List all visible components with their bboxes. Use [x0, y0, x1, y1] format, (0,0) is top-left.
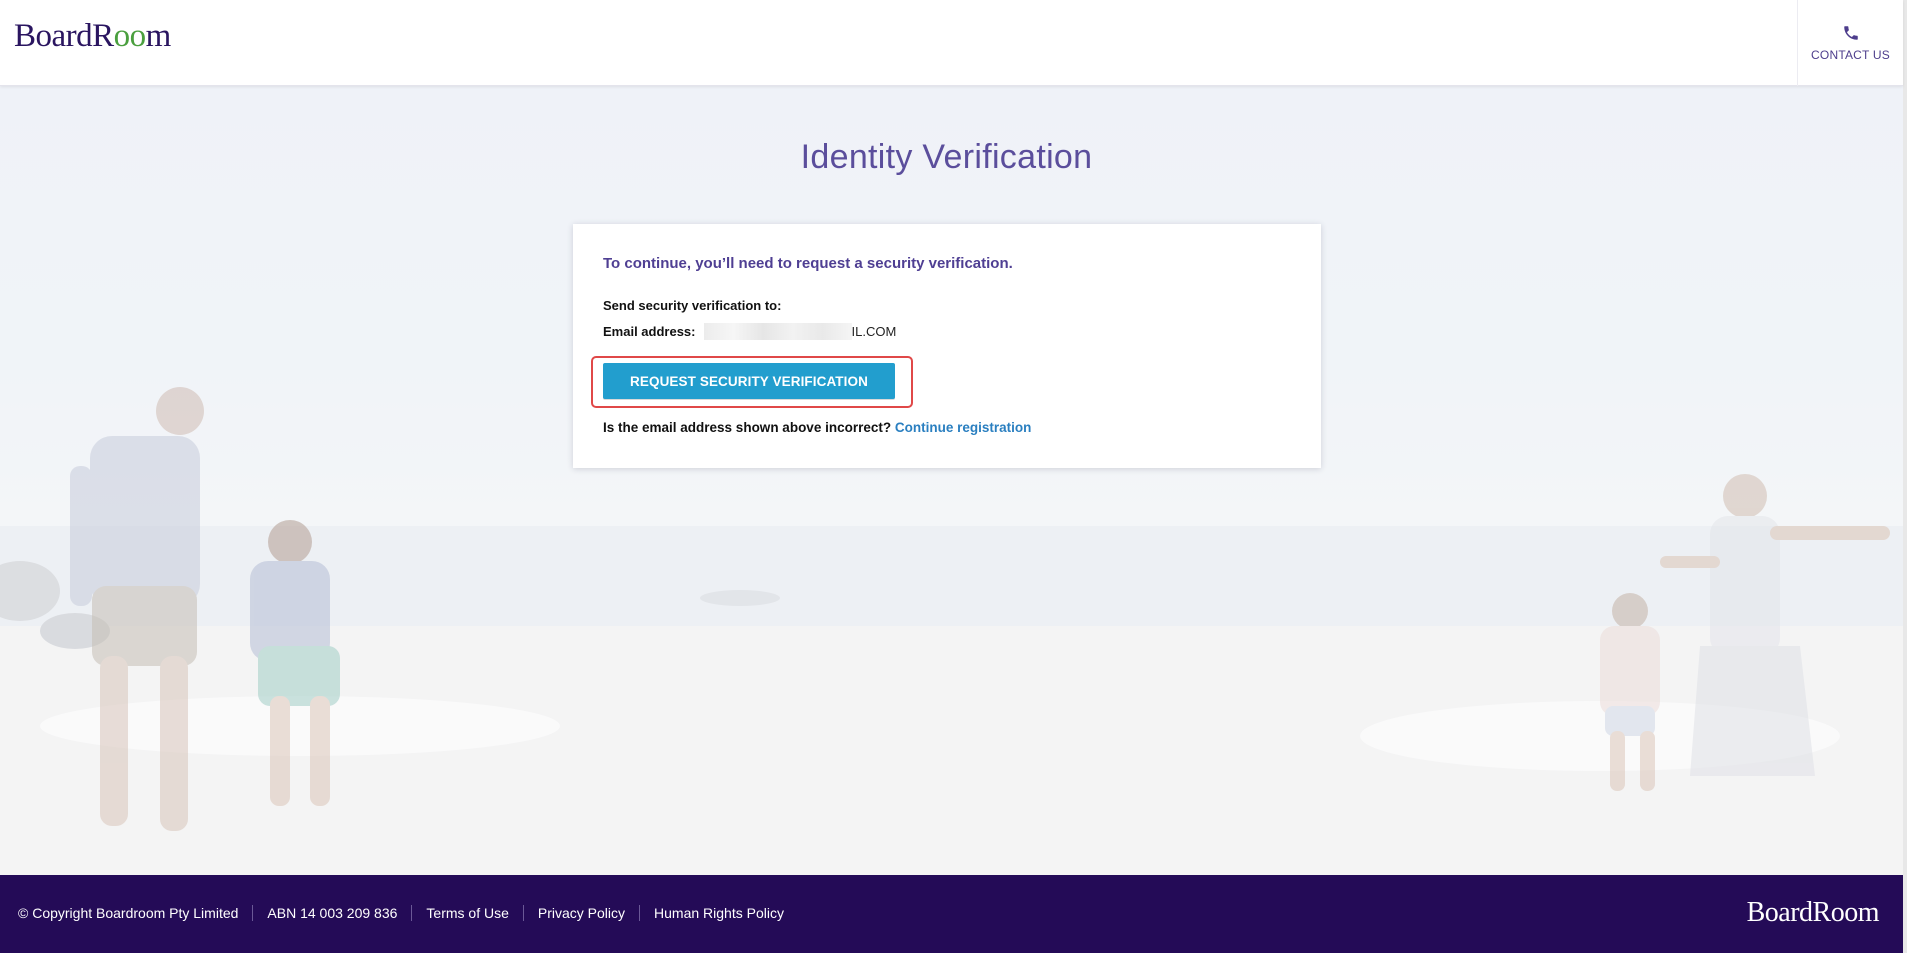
- boardroom-logo[interactable]: BoardRoom: [14, 16, 171, 56]
- footer-abn: ABN 14 003 209 836: [252, 905, 411, 921]
- card-heading: To continue, you’ll need to request a se…: [603, 255, 1013, 272]
- contact-us-label: CONTACT US: [1811, 48, 1890, 62]
- contact-us-button[interactable]: CONTACT US: [1797, 0, 1903, 86]
- page: BoardRoom CONTACT US Identity Verificati…: [0, 0, 1907, 953]
- page-title: Identity Verification: [800, 138, 1093, 176]
- footer-boardroom-logo: BoardRoom: [1746, 897, 1880, 928]
- verification-card: To continue, you’ll need to request a se…: [573, 224, 1321, 468]
- continue-registration-link[interactable]: Continue registration: [895, 420, 1032, 435]
- page-scrollbar[interactable]: [1903, 0, 1907, 953]
- logo-text-part3: m: [145, 18, 172, 54]
- phone-icon: [1843, 26, 1858, 40]
- site-footer: © Copyright Boardroom Pty Limited ABN 14…: [0, 875, 1903, 953]
- send-to-label: Send security verification to:: [603, 298, 782, 313]
- footer-privacy-link[interactable]: Privacy Policy: [522, 905, 639, 921]
- site-header: BoardRoom CONTACT US: [0, 0, 1903, 86]
- email-row: Email address: IL.COM: [603, 322, 896, 340]
- footer-terms-link[interactable]: Terms of Use: [411, 905, 522, 921]
- logo-text-part1: BoardR: [14, 18, 114, 54]
- request-security-verification-button[interactable]: REQUEST SECURITY VERIFICATION: [603, 363, 895, 399]
- footer-copyright: © Copyright Boardroom Pty Limited: [18, 905, 239, 921]
- hero-background: [0, 86, 1903, 875]
- email-label: Email address:: [603, 323, 696, 339]
- beach-family-image: [0, 86, 1903, 875]
- footer-links: © Copyright Boardroom Pty Limited ABN 14…: [18, 905, 798, 921]
- redacted-email-mask: [703, 322, 852, 340]
- incorrect-email-row: Is the email address shown above incorre…: [603, 420, 1031, 435]
- footer-human-rights-link[interactable]: Human Rights Policy: [639, 905, 798, 921]
- email-value: IL.COM: [851, 323, 897, 339]
- incorrect-email-question: Is the email address shown above incorre…: [603, 420, 892, 435]
- logo-text-part2: oo: [113, 18, 147, 54]
